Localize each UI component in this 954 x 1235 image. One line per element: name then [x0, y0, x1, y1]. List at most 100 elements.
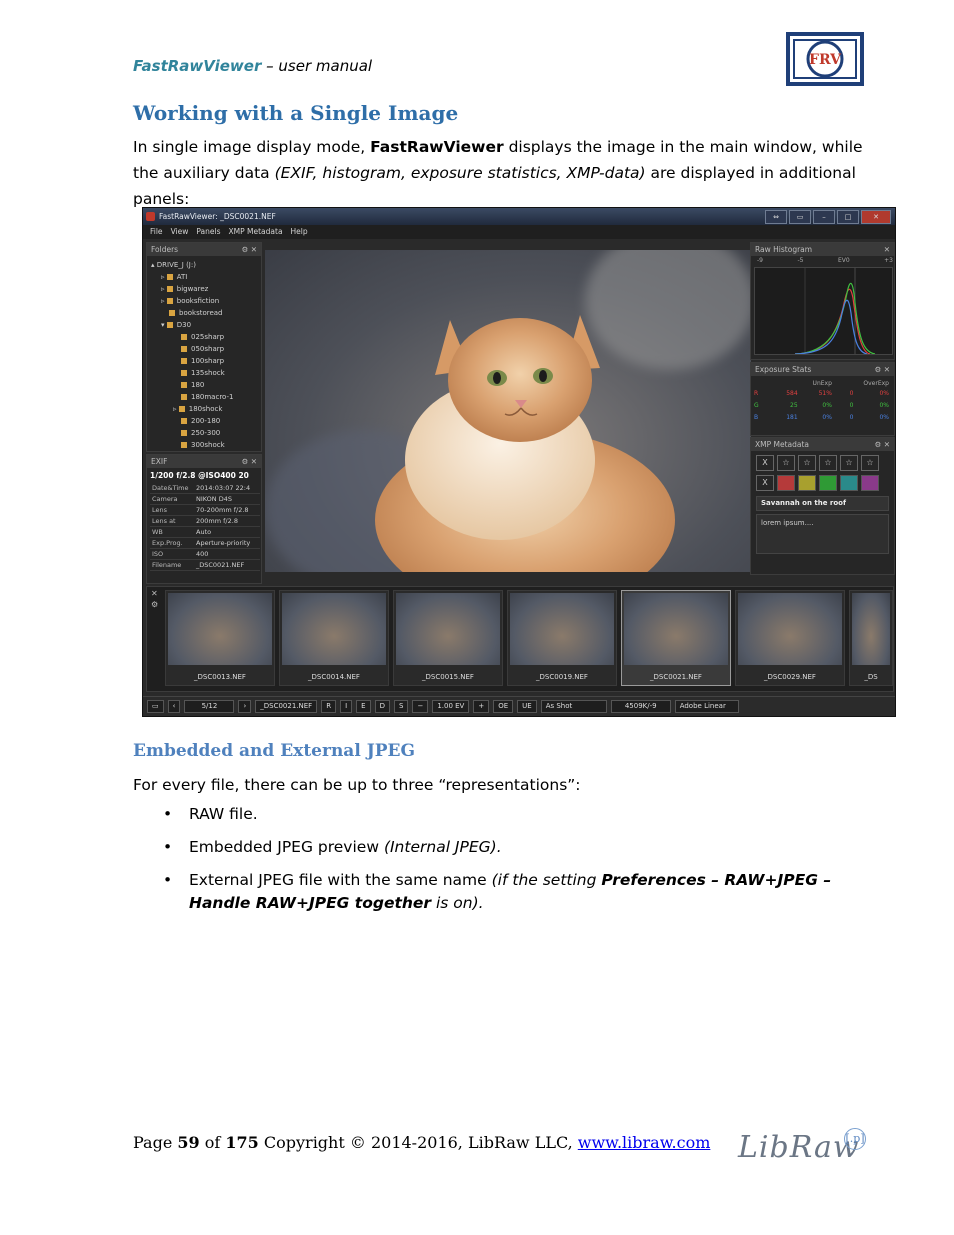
thumbnail-selected[interactable]: _DSC0021.NEF — [621, 590, 731, 686]
xmp-title-field[interactable]: Savannah on the roof — [756, 496, 889, 511]
panel-settings-close-icons[interactable]: ⚙ ✕ — [242, 455, 257, 468]
tree-item[interactable]: ▹ 180shock — [151, 403, 261, 415]
exposure-stats-panel: Exposure Stats ⚙ ✕ UnExp OverExp R 584 51% 0 0… — [750, 362, 895, 436]
tree-item[interactable]: ▹ ATI — [151, 271, 261, 283]
exposure-row: R 584 51% 0 0% — [754, 390, 889, 397]
thumbnail[interactable]: _DSC0014.NEF — [279, 590, 389, 686]
filmstrip-settings-icon[interactable]: ⚙ — [151, 600, 158, 609]
star-icon[interactable]: ☆ — [819, 455, 837, 471]
exif-title: EXIF — [151, 457, 168, 466]
panel-settings-close-icons[interactable]: ⚙ ✕ — [242, 243, 257, 256]
clear-label-button[interactable]: X — [756, 475, 774, 491]
folder-icon — [181, 382, 187, 388]
thumbnail[interactable]: _DS — [849, 590, 893, 686]
mode-r-button[interactable]: R — [321, 700, 337, 713]
mode-d-button[interactable]: D — [374, 700, 390, 713]
menu-help[interactable]: Help — [291, 225, 308, 239]
thumbnail[interactable]: _DSC0019.NEF — [507, 590, 617, 686]
restore-icon[interactable]: ▭ — [789, 210, 811, 224]
open-folder-icon[interactable]: ▭ — [147, 700, 164, 713]
maximize-button[interactable]: □ — [837, 210, 859, 224]
color-label-purple[interactable] — [861, 475, 879, 491]
folder-icon — [181, 394, 187, 400]
thumbnail[interactable]: _DSC0015.NEF — [393, 590, 503, 686]
ue-button[interactable]: UE — [517, 700, 537, 713]
tree-item[interactable]: 025sharp — [151, 331, 261, 343]
panel-settings-close-icons[interactable]: ⚙ ✕ — [875, 438, 890, 451]
panel-settings-close-icons[interactable]: ⚙ ✕ — [875, 363, 890, 376]
menu-file[interactable]: File — [150, 225, 163, 239]
exif-row: Camera NIKON D4S — [150, 493, 260, 505]
panel-close-icon[interactable]: ✕ — [884, 243, 890, 256]
star-icon[interactable]: ☆ — [840, 455, 858, 471]
filmstrip-close-icon[interactable]: ✕ — [151, 589, 158, 598]
histogram-plot — [754, 267, 893, 355]
next-icon[interactable]: › — [238, 700, 252, 713]
ev-minus-icon[interactable]: − — [412, 700, 429, 713]
tree-item[interactable]: bookstoread — [151, 307, 261, 319]
profile-select[interactable]: Adobe Linear — [674, 700, 739, 713]
subsection-intro: For every file, there can be up to three… — [133, 776, 581, 794]
window-title: FastRawViewer: _DSC0021.NEF — [159, 212, 276, 221]
exif-panel: EXIF ⚙ ✕ 1/200 f/2.8 @ISO400 20 Date&Time… — [146, 454, 262, 584]
xmp-metadata-panel: XMP Metadata ⚙ ✕ X ☆ ☆ ☆ ☆ ☆ X Savannah o… — [750, 437, 895, 575]
menu-xmp-metadata[interactable]: XMP Metadata — [229, 225, 283, 239]
star-icon[interactable]: ☆ — [798, 455, 816, 471]
temp-value[interactable]: 4509K/-9 — [610, 700, 671, 713]
ev-value[interactable]: 1.00 EV — [432, 700, 470, 713]
intro-paragraph: In single image display mode, FastRawVie… — [133, 138, 863, 208]
close-button[interactable]: ✕ — [861, 210, 891, 224]
menubar: File View Panels XMP Metadata Help — [143, 225, 895, 239]
tree-item[interactable]: 100sharp — [151, 355, 261, 367]
ev-plus-icon[interactable]: + — [473, 700, 490, 713]
main-image-view[interactable] — [265, 250, 751, 572]
color-label-yellow[interactable] — [798, 475, 816, 491]
mode-s-button[interactable]: S — [393, 700, 409, 713]
exif-row: Lens 70-200mm f/2.8 — [150, 504, 260, 516]
xmp-description-field[interactable]: lorem ipsum.... — [756, 514, 889, 554]
folder-icon — [166, 322, 173, 328]
mode-i-button[interactable]: I — [340, 700, 353, 713]
swap-icon[interactable]: ⇔ — [765, 210, 787, 224]
tree-item[interactable]: 180macro-1 — [151, 391, 261, 403]
tree-item[interactable]: 180 — [151, 379, 261, 391]
window-titlebar: FastRawViewer: _DSC0021.NEF ⇔ ▭ – □ ✕ — [143, 208, 895, 225]
prev-icon[interactable]: ‹ — [167, 700, 181, 713]
status-bar: ▭ ‹ 5/12 › _DSC0021.NEF R I E D S − 1.00… — [143, 696, 895, 716]
mode-e-button[interactable]: E — [356, 700, 371, 713]
intro-italic: (EXIF, histogram, exposure statistics, X… — [274, 164, 646, 182]
star-icon[interactable]: ☆ — [777, 455, 795, 471]
tree-item[interactable]: 135shock — [151, 367, 261, 379]
libraw-link[interactable]: www.libraw.com — [578, 1133, 711, 1152]
thumbnail[interactable]: _DSC0029.NEF — [735, 590, 845, 686]
exif-row: Filename _DSC0021.NEF — [150, 559, 260, 571]
app-icon — [146, 212, 155, 221]
tree-item[interactable]: 300shock — [151, 439, 261, 451]
folder-icon — [166, 274, 173, 280]
menu-view[interactable]: View — [171, 225, 189, 239]
cat-photo — [375, 315, 675, 572]
list-item: Embedded JPEG preview (Internal JPEG). — [133, 836, 873, 859]
tree-item[interactable]: ▹ booksfiction — [151, 295, 261, 307]
exposure-row: G 25 0% 0 0% — [754, 402, 889, 409]
thumbnail[interactable]: _DSC0013.NEF — [165, 590, 275, 686]
manual-header: FastRawViewer – user manual — [133, 57, 372, 75]
tree-item[interactable]: 250-300 — [151, 427, 261, 439]
tree-item[interactable]: 200-180 — [151, 415, 261, 427]
color-label-red[interactable] — [777, 475, 795, 491]
tree-item[interactable]: 050sharp — [151, 343, 261, 355]
intro-bold: FastRawViewer — [370, 138, 504, 156]
minimize-button[interactable]: – — [813, 210, 835, 224]
color-label-green[interactable] — [819, 475, 837, 491]
star-icon[interactable]: ☆ — [861, 455, 879, 471]
oe-button[interactable]: OE — [493, 700, 514, 713]
libraw-logo: LibRaw [.p] — [738, 1126, 870, 1170]
menu-panels[interactable]: Panels — [196, 225, 220, 239]
reject-button[interactable]: X — [756, 455, 774, 471]
color-label-teal[interactable] — [840, 475, 858, 491]
tree-item[interactable]: ▴ DRIVE_J (J:) — [151, 259, 261, 271]
wb-select[interactable]: As Shot — [540, 700, 607, 713]
tree-item[interactable]: ▾ D30 — [151, 319, 261, 331]
folder-icon — [181, 430, 187, 436]
tree-item[interactable]: ▹ bigwarez — [151, 283, 261, 295]
